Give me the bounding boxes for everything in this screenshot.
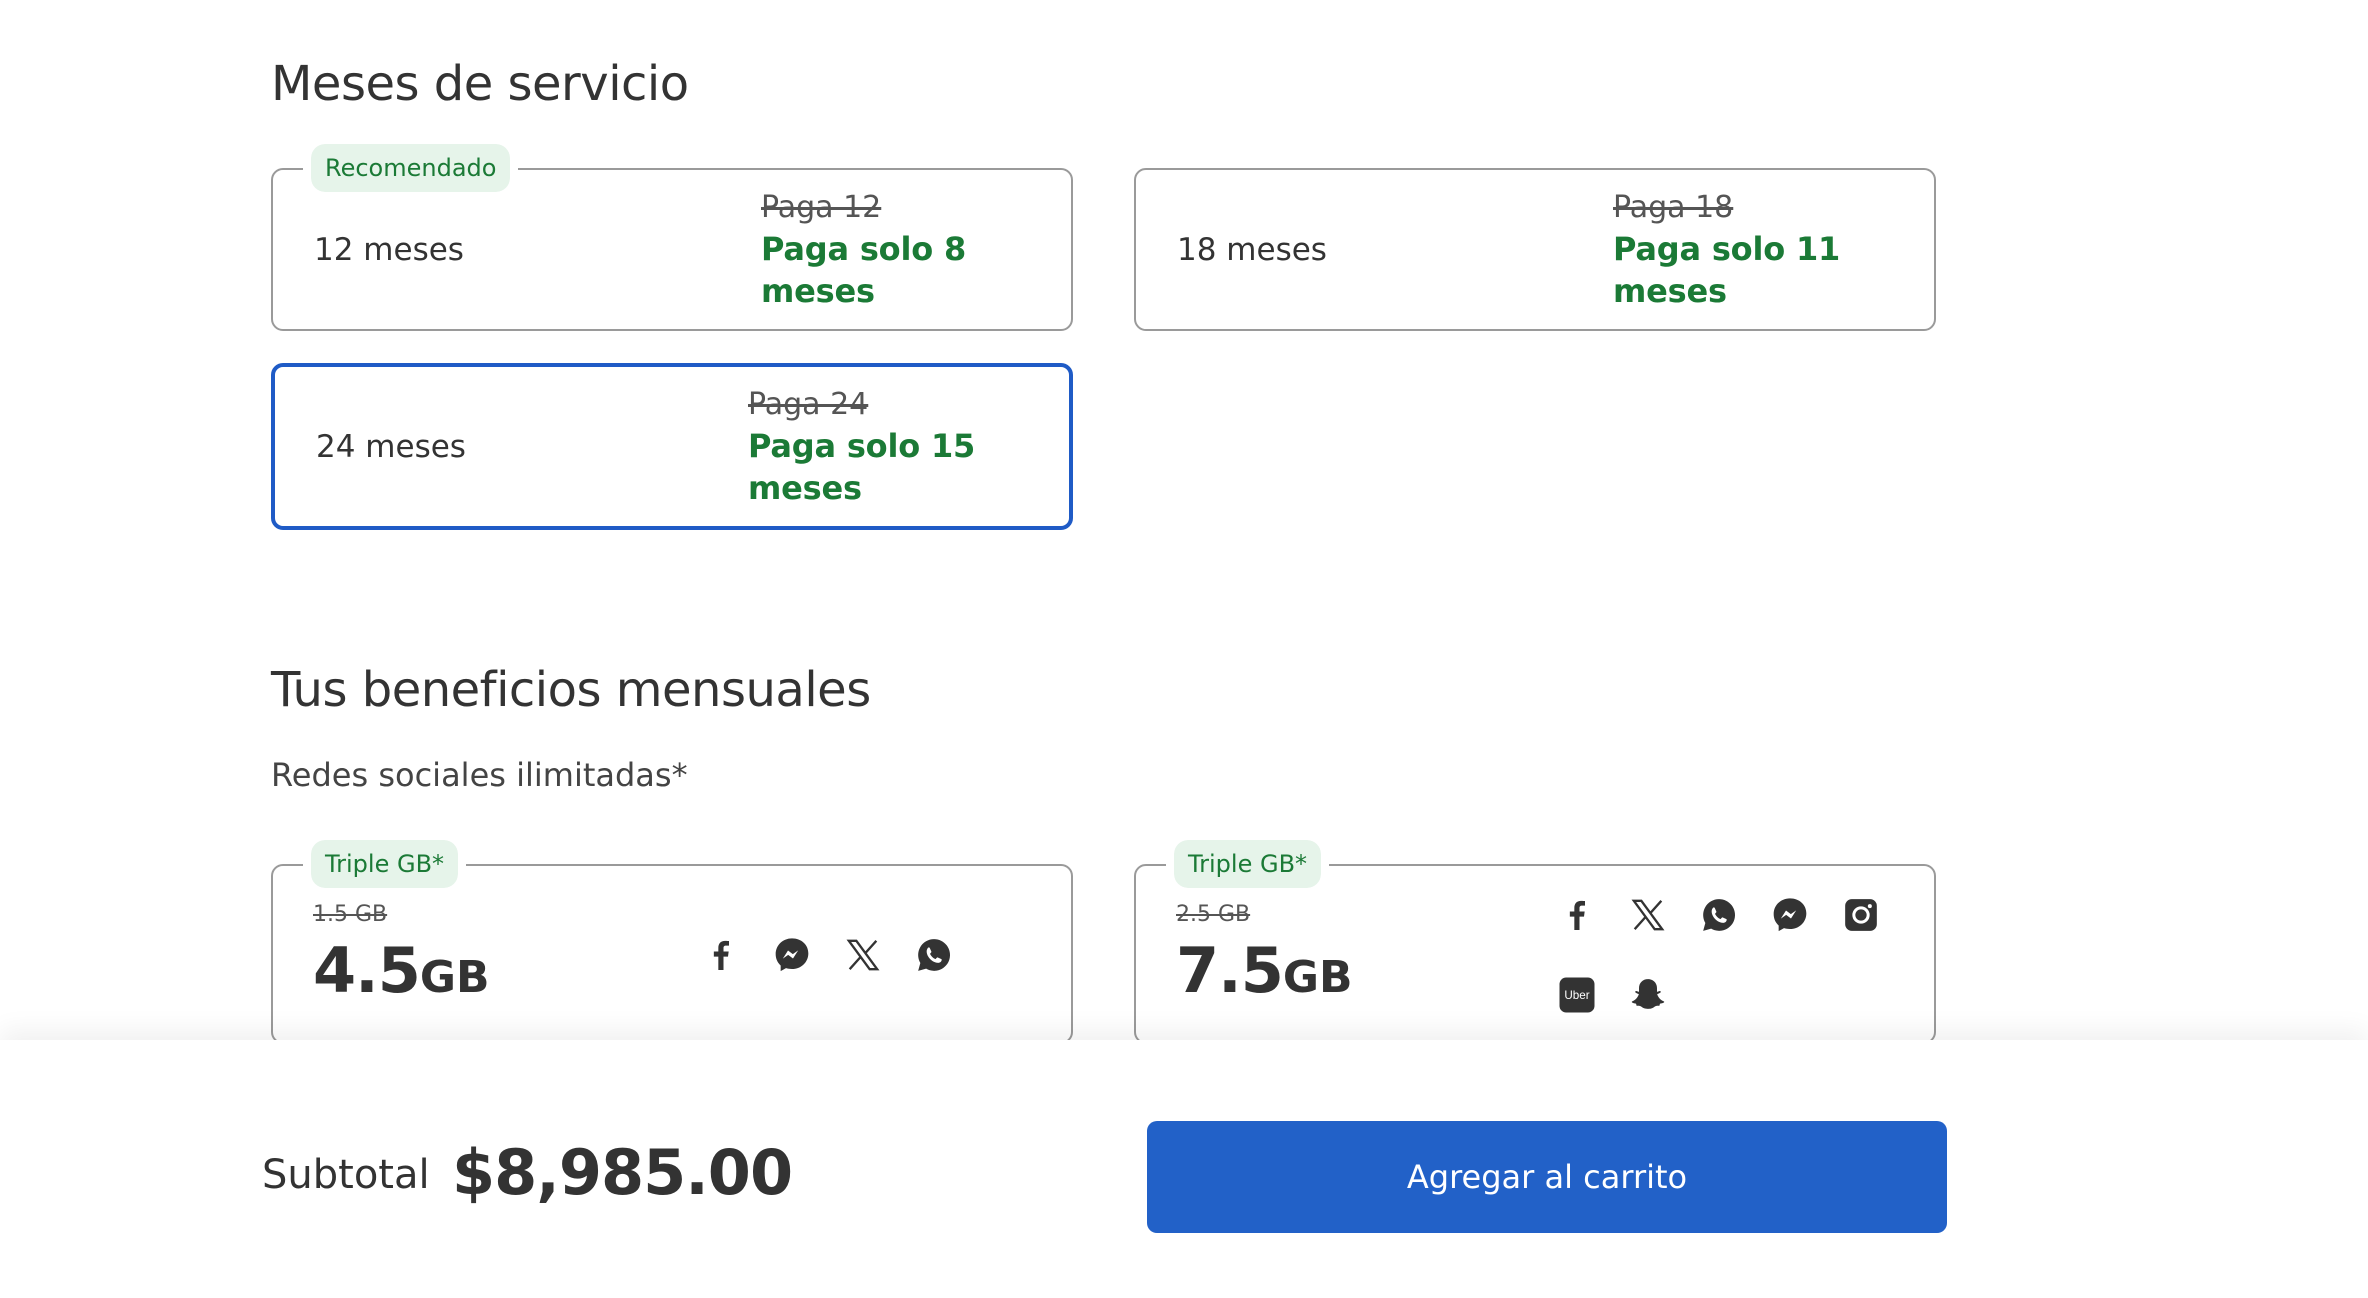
gb-unit: GB <box>419 952 490 1003</box>
snapchat-icon <box>1612 972 1683 1018</box>
subtotal-label: Subtotal <box>262 1152 430 1198</box>
social-icons: Uber <box>1541 892 1911 1018</box>
triple-gb-badge: Triple GB* <box>302 832 467 896</box>
triple-gb-badge: Triple GB* <box>1165 832 1330 896</box>
whatsapp-icon <box>1683 892 1754 938</box>
uber-icon-text: Uber <box>1564 989 1589 1002</box>
months-label: 12 meses <box>314 231 464 268</box>
gb-unit: GB <box>1282 952 1353 1003</box>
social-icons <box>685 932 985 978</box>
gb-value: 7.5 <box>1176 934 1284 1007</box>
gb-value: 4.5 <box>313 934 421 1007</box>
facebook-icon <box>685 932 756 978</box>
old-price: Paga 18 <box>1613 189 1734 225</box>
facebook-icon <box>1541 892 1612 938</box>
instagram-icon <box>1825 892 1896 938</box>
offer-text: Paga solo 11 meses <box>1613 229 1841 310</box>
x-icon <box>1612 892 1683 938</box>
old-price: Paga 24 <box>748 386 869 422</box>
offer-text: Paga solo 15 meses <box>748 426 976 507</box>
old-gb: 2.5 GB <box>1176 902 1251 927</box>
messenger-icon <box>1754 892 1825 938</box>
recommended-badge: Recomendado <box>302 136 519 200</box>
add-to-cart-button[interactable]: Agregar al carrito <box>1147 1121 1947 1233</box>
uber-icon: Uber <box>1541 972 1612 1018</box>
months-option-24[interactable]: 24 meses Paga 24 Paga solo 15 meses <box>271 363 1073 530</box>
x-icon <box>827 932 898 978</box>
offer-block: Paga 12 Paga solo 8 meses <box>761 188 1071 312</box>
offer-block: Paga 18 Paga solo 11 meses <box>1613 188 1934 312</box>
months-label: 24 meses <box>316 428 466 465</box>
gb-amount: 7.5GB <box>1176 934 1353 1007</box>
offer-text: Paga solo 8 meses <box>761 229 967 310</box>
old-price: Paga 12 <box>761 189 882 225</box>
service-months-heading: Meses de servicio <box>271 56 689 112</box>
months-option-12[interactable]: Recomendado 12 meses Paga 12 Paga solo 8… <box>271 136 1073 331</box>
months-label: 18 meses <box>1177 231 1327 268</box>
page: Meses de servicio Recomendado 12 meses P… <box>0 0 2368 1298</box>
offer-block: Paga 24 Paga solo 15 meses <box>748 385 1069 509</box>
messenger-icon <box>756 932 827 978</box>
benefit-card-1: Triple GB* 1.5 GB 4.5GB <box>271 832 1073 1044</box>
benefits-subtitle: Redes sociales ilimitadas* <box>271 756 688 794</box>
benefits-heading: Tus beneficios mensuales <box>271 662 871 718</box>
gb-amount: 4.5GB <box>313 934 490 1007</box>
subtotal-value: $8,985.00 <box>452 1136 793 1209</box>
whatsapp-icon <box>898 932 969 978</box>
months-option-18[interactable]: 18 meses Paga 18 Paga solo 11 meses <box>1134 168 1936 331</box>
benefit-card-2: Triple GB* 2.5 GB 7.5GB Uber <box>1134 832 1936 1044</box>
old-gb: 1.5 GB <box>313 902 388 927</box>
